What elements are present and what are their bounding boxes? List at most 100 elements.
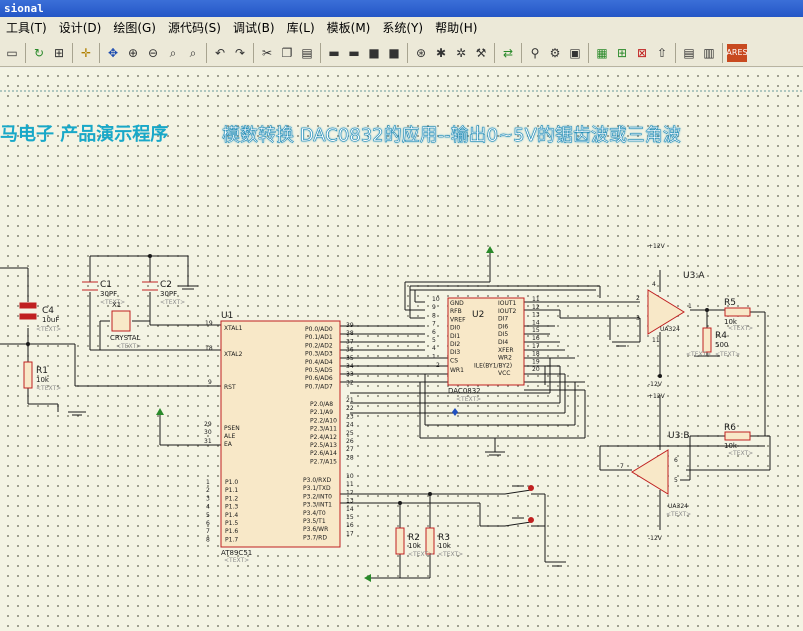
u2-pin-name: CS <box>450 357 458 364</box>
pin-number: 30 <box>204 429 212 436</box>
u1-pin-number: 4 <box>206 504 210 511</box>
pin-name: EA <box>224 441 233 448</box>
u3b-pin-minus: 6 <box>674 457 678 464</box>
u1-pin-number: 2 <box>206 487 210 494</box>
u1-pin-name: P0.5/AD5 <box>305 367 333 374</box>
u2-pin-number: 18 <box>532 351 540 358</box>
u3b-pin-out: 7 <box>620 463 624 470</box>
text-placeholder: <TEXT> <box>36 326 61 333</box>
u2-pin-number: 10 <box>432 296 440 303</box>
u2-pin-name: DI4 <box>498 339 508 346</box>
u1-pin-number: 10 <box>346 473 354 480</box>
ground-icons <box>68 285 720 567</box>
u2-pin-number: 5 <box>432 337 436 344</box>
u1-pin-name: P2.6/A14 <box>310 450 337 457</box>
r4-ref: R4 <box>715 331 727 341</box>
u1-pin-number: 37 <box>346 338 354 345</box>
c4-value: 10uF <box>42 316 59 324</box>
u1-pin-number: 28 <box>346 454 354 461</box>
u2-part: DAC0832 <box>448 387 481 395</box>
c4-ref: C4 <box>42 306 54 316</box>
pin-name: PSEN <box>224 425 240 432</box>
u1-pin-number: 17 <box>346 530 354 537</box>
u3b-body <box>631 449 669 495</box>
u2-pin-number: 14 <box>532 319 540 326</box>
u1-pin-number: 6 <box>206 520 210 527</box>
pin-number: 19 <box>205 320 213 327</box>
text-placeholder: <TEXT> <box>100 299 125 306</box>
u3b-pin-plus: 5 <box>674 477 678 484</box>
u2-pin-number: 7 <box>432 321 436 328</box>
u2-pin-number: 13 <box>532 312 540 319</box>
pin-name: ALE <box>224 433 235 440</box>
u1-pin-name: P1.3 <box>225 504 238 511</box>
u1-pin-name: P2.4/A12 <box>310 434 337 441</box>
u2-pin-name: DI2 <box>450 341 460 348</box>
u1-pin-number: 26 <box>346 438 354 445</box>
r1-ref: R1 <box>36 366 48 376</box>
u2-pin-name: XFER <box>498 347 514 354</box>
u2-pin-number: 20 <box>532 366 540 373</box>
junction-dots <box>26 254 709 505</box>
u2-pin-name: ILE(BY1/BY2) <box>474 362 512 369</box>
u1-pin-number: 39 <box>346 322 354 329</box>
capacitors <box>19 281 158 320</box>
u3a-part: UA324 <box>660 326 680 333</box>
u2-pin-name: DI7 <box>498 316 508 323</box>
u2-pin-name: VREF <box>450 316 466 323</box>
r3-value: 10k <box>438 542 452 550</box>
pin-number: 31 <box>204 438 212 445</box>
u2-pin-name: DI3 <box>450 349 460 356</box>
u1-pin-name: P2.1/A9 <box>310 409 333 416</box>
u1-pin-name: P1.4 <box>225 512 238 519</box>
c2-value: 30PF <box>160 290 177 298</box>
r1-value: 10k <box>36 376 50 384</box>
text-placeholder: <TEXT> <box>666 511 691 518</box>
u1-pin-name: P2.5/A13 <box>310 442 337 449</box>
u1-pin-name: P0.6/AD6 <box>305 375 333 382</box>
u2-ref: U2 <box>472 310 484 320</box>
u3a-pin-vee: 11 <box>652 337 660 344</box>
u1-pin-name: P1.7 <box>225 536 238 543</box>
u1-pin-number: 22 <box>346 405 354 412</box>
u1-pin-name: P3.0/RXD <box>303 477 331 484</box>
text-placeholder: <TEXT> <box>715 351 740 358</box>
supply-label: -12V <box>648 535 663 542</box>
u1-pin-number: 12 <box>346 489 354 496</box>
u1-pin-name: P0.1/AD1 <box>305 334 333 341</box>
u1-pin-name: P2.2/A10 <box>310 417 337 424</box>
u1-pin-number: 23 <box>346 413 354 420</box>
u1-pin-name: P0.3/AD3 <box>305 351 333 358</box>
u1-pin-number: 14 <box>346 506 354 513</box>
text-placeholder: <TEXT> <box>224 557 249 564</box>
u2-pin-name: DI5 <box>498 331 508 338</box>
u2-pin-number: 11 <box>532 296 540 303</box>
u2-pin-number: 2 <box>436 362 440 369</box>
r6-value: 10k <box>724 442 738 450</box>
u1-pin-name: P1.0 <box>225 479 238 486</box>
u1-pin-name: P3.3/INT1 <box>303 502 332 509</box>
u2-pin-number: 8 <box>432 312 436 319</box>
u3a-pin-plus: 3 <box>636 315 640 322</box>
c2-ref: C2 <box>160 280 172 290</box>
u1-pin-number: 34 <box>346 363 354 370</box>
pin-name: XTAL1 <box>224 325 243 332</box>
c1-ref: C1 <box>100 280 112 290</box>
u2-pin-number: 16 <box>532 335 540 342</box>
u1-pin-number: 21 <box>346 397 354 404</box>
pin-number: 18 <box>205 345 213 352</box>
r2-value: 10k <box>408 542 422 550</box>
u2-pin-number: 1 <box>432 353 436 360</box>
u3a-pin-minus: 2 <box>636 295 640 302</box>
u1-pin-name: P3.5/T1 <box>303 518 326 525</box>
u1-pin-number: 35 <box>346 355 354 362</box>
u1-pin-number: 7 <box>206 528 210 535</box>
u1-pin-name: P0.7/AD7 <box>305 383 333 390</box>
text-placeholder: <TEXT> <box>686 351 711 358</box>
u1-pin-name: P3.4/T0 <box>303 510 326 517</box>
schematic-drawing: C1 30PF C2 30PF C4 10uF X1 CRYSTAL R1 10… <box>0 90 803 582</box>
u2-pin-number: 19 <box>532 358 540 365</box>
u3a-pin-out: 1 <box>688 303 692 310</box>
u2-pin-name: WR1 <box>450 367 464 374</box>
text-placeholder: <TEXT> <box>160 299 185 306</box>
